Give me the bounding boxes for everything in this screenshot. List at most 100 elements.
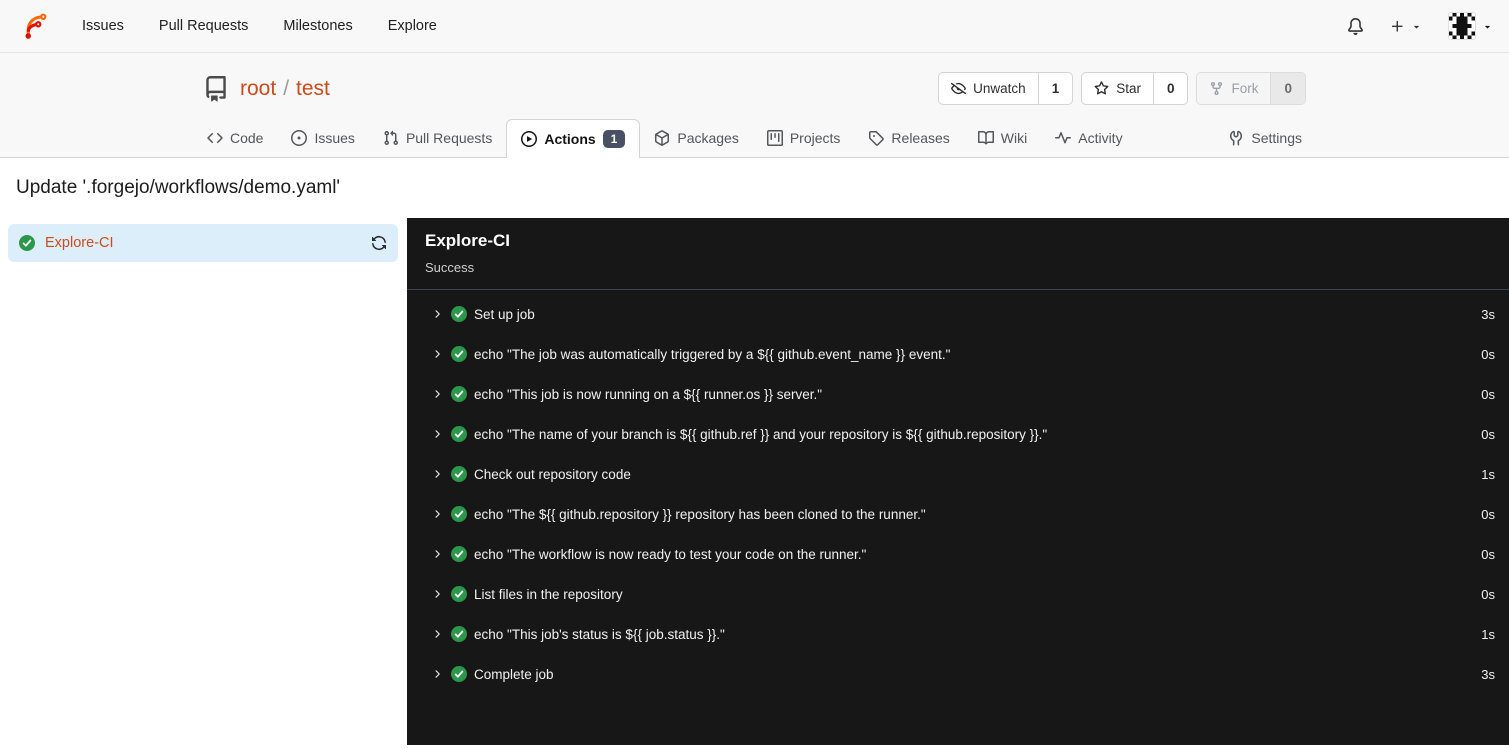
project-board-icon <box>767 130 783 146</box>
actions-count-badge: 1 <box>602 129 626 149</box>
tab-wiki[interactable]: Wiki <box>964 119 1041 157</box>
job-list-item-explore-ci[interactable]: Explore-CI <box>8 224 398 262</box>
tab-actions[interactable]: Actions 1 <box>506 119 641 158</box>
unwatch-button[interactable]: Unwatch <box>939 73 1038 104</box>
step-row[interactable]: List files in the repository 0s <box>407 574 1509 614</box>
tab-settings[interactable]: Settings <box>1214 119 1316 157</box>
fork-count[interactable]: 0 <box>1270 73 1305 104</box>
forgejo-logo-icon[interactable] <box>20 11 50 41</box>
step-row[interactable]: Complete job 3s <box>407 654 1509 694</box>
book-icon <box>978 130 994 146</box>
chevron-right-icon <box>431 548 443 560</box>
navbar-item-explore[interactable]: Explore <box>388 18 437 34</box>
play-circle-icon <box>521 131 537 147</box>
step-name: Set up job <box>474 306 535 322</box>
star-icon <box>1094 81 1109 96</box>
job-log-header: Explore-CI Success <box>407 218 1509 290</box>
tab-activity[interactable]: Activity <box>1041 119 1136 157</box>
step-duration: 1s <box>1481 626 1495 642</box>
navbar-item-issues[interactable]: Issues <box>82 18 124 34</box>
notifications-button[interactable] <box>1347 18 1364 35</box>
job-sidebar: Explore-CI <box>0 218 407 745</box>
step-row[interactable]: echo "The workflow is now ready to test … <box>407 534 1509 574</box>
step-duration: 0s <box>1481 546 1495 562</box>
success-check-icon <box>451 666 467 682</box>
tools-icon <box>1228 130 1244 146</box>
job-status-text: Success <box>425 260 475 275</box>
create-new-button[interactable] <box>1390 19 1422 34</box>
repo-owner-link[interactable]: root <box>240 77 276 101</box>
step-name: echo "This job is now running on a ${{ r… <box>474 386 823 402</box>
step-row[interactable]: echo "This job's status is ${{ job.statu… <box>407 614 1509 654</box>
star-count[interactable]: 0 <box>1152 73 1188 104</box>
chevron-right-icon <box>431 588 443 600</box>
tab-releases[interactable]: Releases <box>854 119 963 157</box>
tab-pull-requests[interactable]: Pull Requests <box>369 119 506 157</box>
tab-packages[interactable]: Packages <box>640 119 752 157</box>
step-name: Complete job <box>474 666 554 682</box>
fork-button-group: Fork 0 <box>1196 72 1306 105</box>
user-menu-button[interactable] <box>1448 12 1493 40</box>
tag-icon <box>868 130 884 146</box>
step-duration: 0s <box>1481 386 1495 402</box>
repo-tabs: Code Issues Pull Requests Actions 1 Pack… <box>187 118 1322 158</box>
eye-closed-icon <box>951 81 966 96</box>
success-check-icon <box>451 426 467 442</box>
step-duration: 0s <box>1481 586 1495 602</box>
navbar-item-milestones[interactable]: Milestones <box>283 18 352 34</box>
chevron-right-icon <box>431 628 443 640</box>
step-row[interactable]: echo "The ${{ github.repository }} repos… <box>407 494 1509 534</box>
repo-icon <box>203 76 229 102</box>
step-name: echo "The workflow is now ready to test … <box>474 546 867 562</box>
success-check-icon <box>451 346 467 362</box>
step-duration: 3s <box>1481 306 1495 322</box>
fork-button: Fork <box>1197 73 1271 104</box>
chevron-right-icon <box>431 468 443 480</box>
tab-code[interactable]: Code <box>193 119 277 157</box>
code-icon <box>207 130 223 146</box>
step-duration: 0s <box>1481 506 1495 522</box>
pulse-icon <box>1055 130 1071 146</box>
repo-header: root / test Unwatch 1 Star 0 Fork 0 Code… <box>0 53 1509 158</box>
chevron-right-icon <box>431 508 443 520</box>
success-check-icon <box>19 235 35 251</box>
repo-actions: Unwatch 1 Star 0 Fork 0 <box>938 72 1306 105</box>
step-row[interactable]: echo "This job is now running on a ${{ r… <box>407 374 1509 414</box>
step-duration: 1s <box>1481 466 1495 482</box>
star-button-group: Star 0 <box>1081 72 1189 105</box>
step-list: Set up job 3s echo "The job was automati… <box>407 290 1509 698</box>
pull-request-icon <box>383 130 399 146</box>
chevron-right-icon <box>431 348 443 360</box>
chevron-right-icon <box>431 428 443 440</box>
job-log-panel: Explore-CI Success Set up job 3s echo "T… <box>407 218 1509 745</box>
repo-name-link[interactable]: test <box>296 77 330 101</box>
success-check-icon <box>451 386 467 402</box>
success-check-icon <box>451 586 467 602</box>
run-title: Update '.forgejo/workflows/demo.yaml' <box>16 177 341 198</box>
watch-count[interactable]: 1 <box>1037 73 1073 104</box>
step-name: echo "This job's status is ${{ job.statu… <box>474 626 725 642</box>
step-duration: 0s <box>1481 346 1495 362</box>
chevron-right-icon <box>431 388 443 400</box>
fork-icon <box>1209 81 1224 96</box>
job-link[interactable]: Explore-CI <box>45 235 361 251</box>
success-check-icon <box>451 306 467 322</box>
step-name: echo "The ${{ github.repository }} repos… <box>474 506 926 522</box>
step-name: echo "The name of your branch is ${{ git… <box>474 426 1048 442</box>
caret-down-icon <box>1411 21 1422 32</box>
navbar-right <box>1347 12 1493 40</box>
step-row[interactable]: echo "The job was automatically triggere… <box>407 334 1509 374</box>
step-row[interactable]: Set up job 3s <box>407 294 1509 334</box>
rerun-job-button[interactable] <box>371 235 387 251</box>
step-row[interactable]: echo "The name of your branch is ${{ git… <box>407 414 1509 454</box>
step-duration: 3s <box>1481 666 1495 682</box>
step-row[interactable]: Check out repository code 1s <box>407 454 1509 494</box>
tab-issues[interactable]: Issues <box>277 119 368 157</box>
step-name: Check out repository code <box>474 466 631 482</box>
step-name: List files in the repository <box>474 586 623 602</box>
navbar-item-pull-requests[interactable]: Pull Requests <box>159 18 248 34</box>
tab-projects[interactable]: Projects <box>753 119 855 157</box>
bell-icon <box>1347 18 1364 35</box>
star-button[interactable]: Star <box>1082 73 1153 104</box>
step-name: echo "The job was automatically triggere… <box>474 346 951 362</box>
